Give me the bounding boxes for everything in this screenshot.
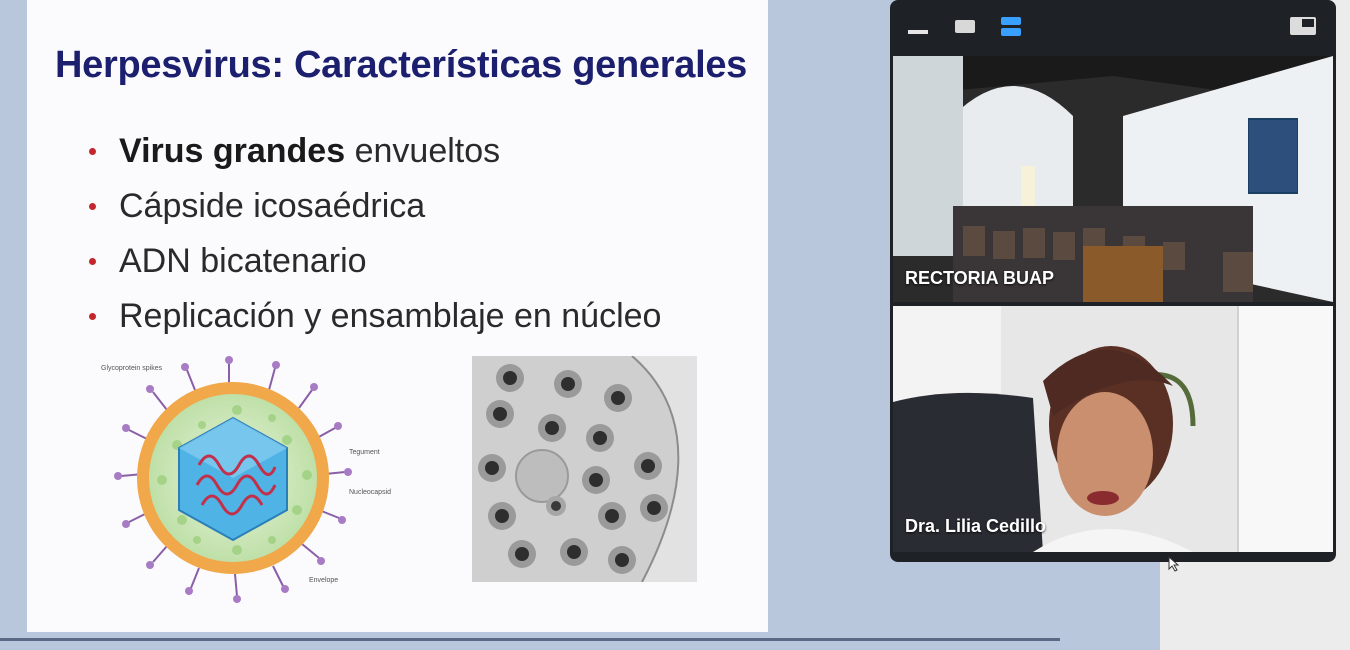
participant-name: Dra. Lilia Cedillo <box>905 516 1047 536</box>
herpesvirus-diagram: Glycoprotein spikes Tegument Nucleocapsi… <box>101 356 391 603</box>
gallery-view-icon[interactable] <box>998 14 1026 38</box>
bullet-item: Virus grandes envueltos <box>89 128 661 183</box>
mouse-cursor-icon <box>1168 556 1180 572</box>
bullet-dot-icon <box>89 203 96 210</box>
shared-slide: Herpesvirus: Características generales V… <box>27 0 768 632</box>
divider-line <box>0 638 1060 641</box>
label-tegument: Tegument <box>349 449 380 456</box>
video-panel: RECTORIA BUAP Dra. Lilia Cedillo <box>890 0 1336 562</box>
electron-micrograph-image <box>472 356 697 582</box>
video-toolbar <box>890 0 1336 52</box>
bullet-item: Replicación y ensamblaje en núcleo <box>89 293 661 348</box>
minimize-icon[interactable] <box>906 14 934 38</box>
bullet-bold-text: Virus grandes <box>119 132 346 170</box>
bullet-text: ADN bicatenario <box>119 242 367 280</box>
video-feed-auditorium <box>893 56 1333 302</box>
bullet-text: Replicación y ensamblaje en núcleo <box>119 297 662 335</box>
participant-name: RECTORIA BUAP <box>905 268 1055 288</box>
slide-title: Herpesvirus: Características generales <box>55 44 747 86</box>
exit-fullscreen-icon[interactable] <box>1288 14 1316 38</box>
participant-tile[interactable]: RECTORIA BUAP <box>893 56 1333 302</box>
participant-tile[interactable]: Dra. Lilia Cedillo <box>893 306 1333 552</box>
bullet-dot-icon <box>89 148 96 155</box>
label-glycoprotein: Glycoprotein spikes <box>101 365 163 372</box>
label-envelope: Envelope <box>309 577 338 584</box>
label-nucleocapsid: Nucleocapsid <box>349 489 391 496</box>
bullet-item: ADN bicatenario <box>89 238 661 293</box>
bullet-item: Cápside icosaédrica <box>89 183 661 238</box>
bullet-text: envueltos <box>345 132 501 170</box>
speaker-view-icon[interactable] <box>952 14 980 38</box>
bullet-list: Virus grandes envueltos Cápside icosaédr… <box>89 128 661 348</box>
bullet-dot-icon <box>89 258 96 265</box>
bullet-text: Cápside icosaédrica <box>119 187 426 225</box>
bullet-dot-icon <box>89 313 96 320</box>
